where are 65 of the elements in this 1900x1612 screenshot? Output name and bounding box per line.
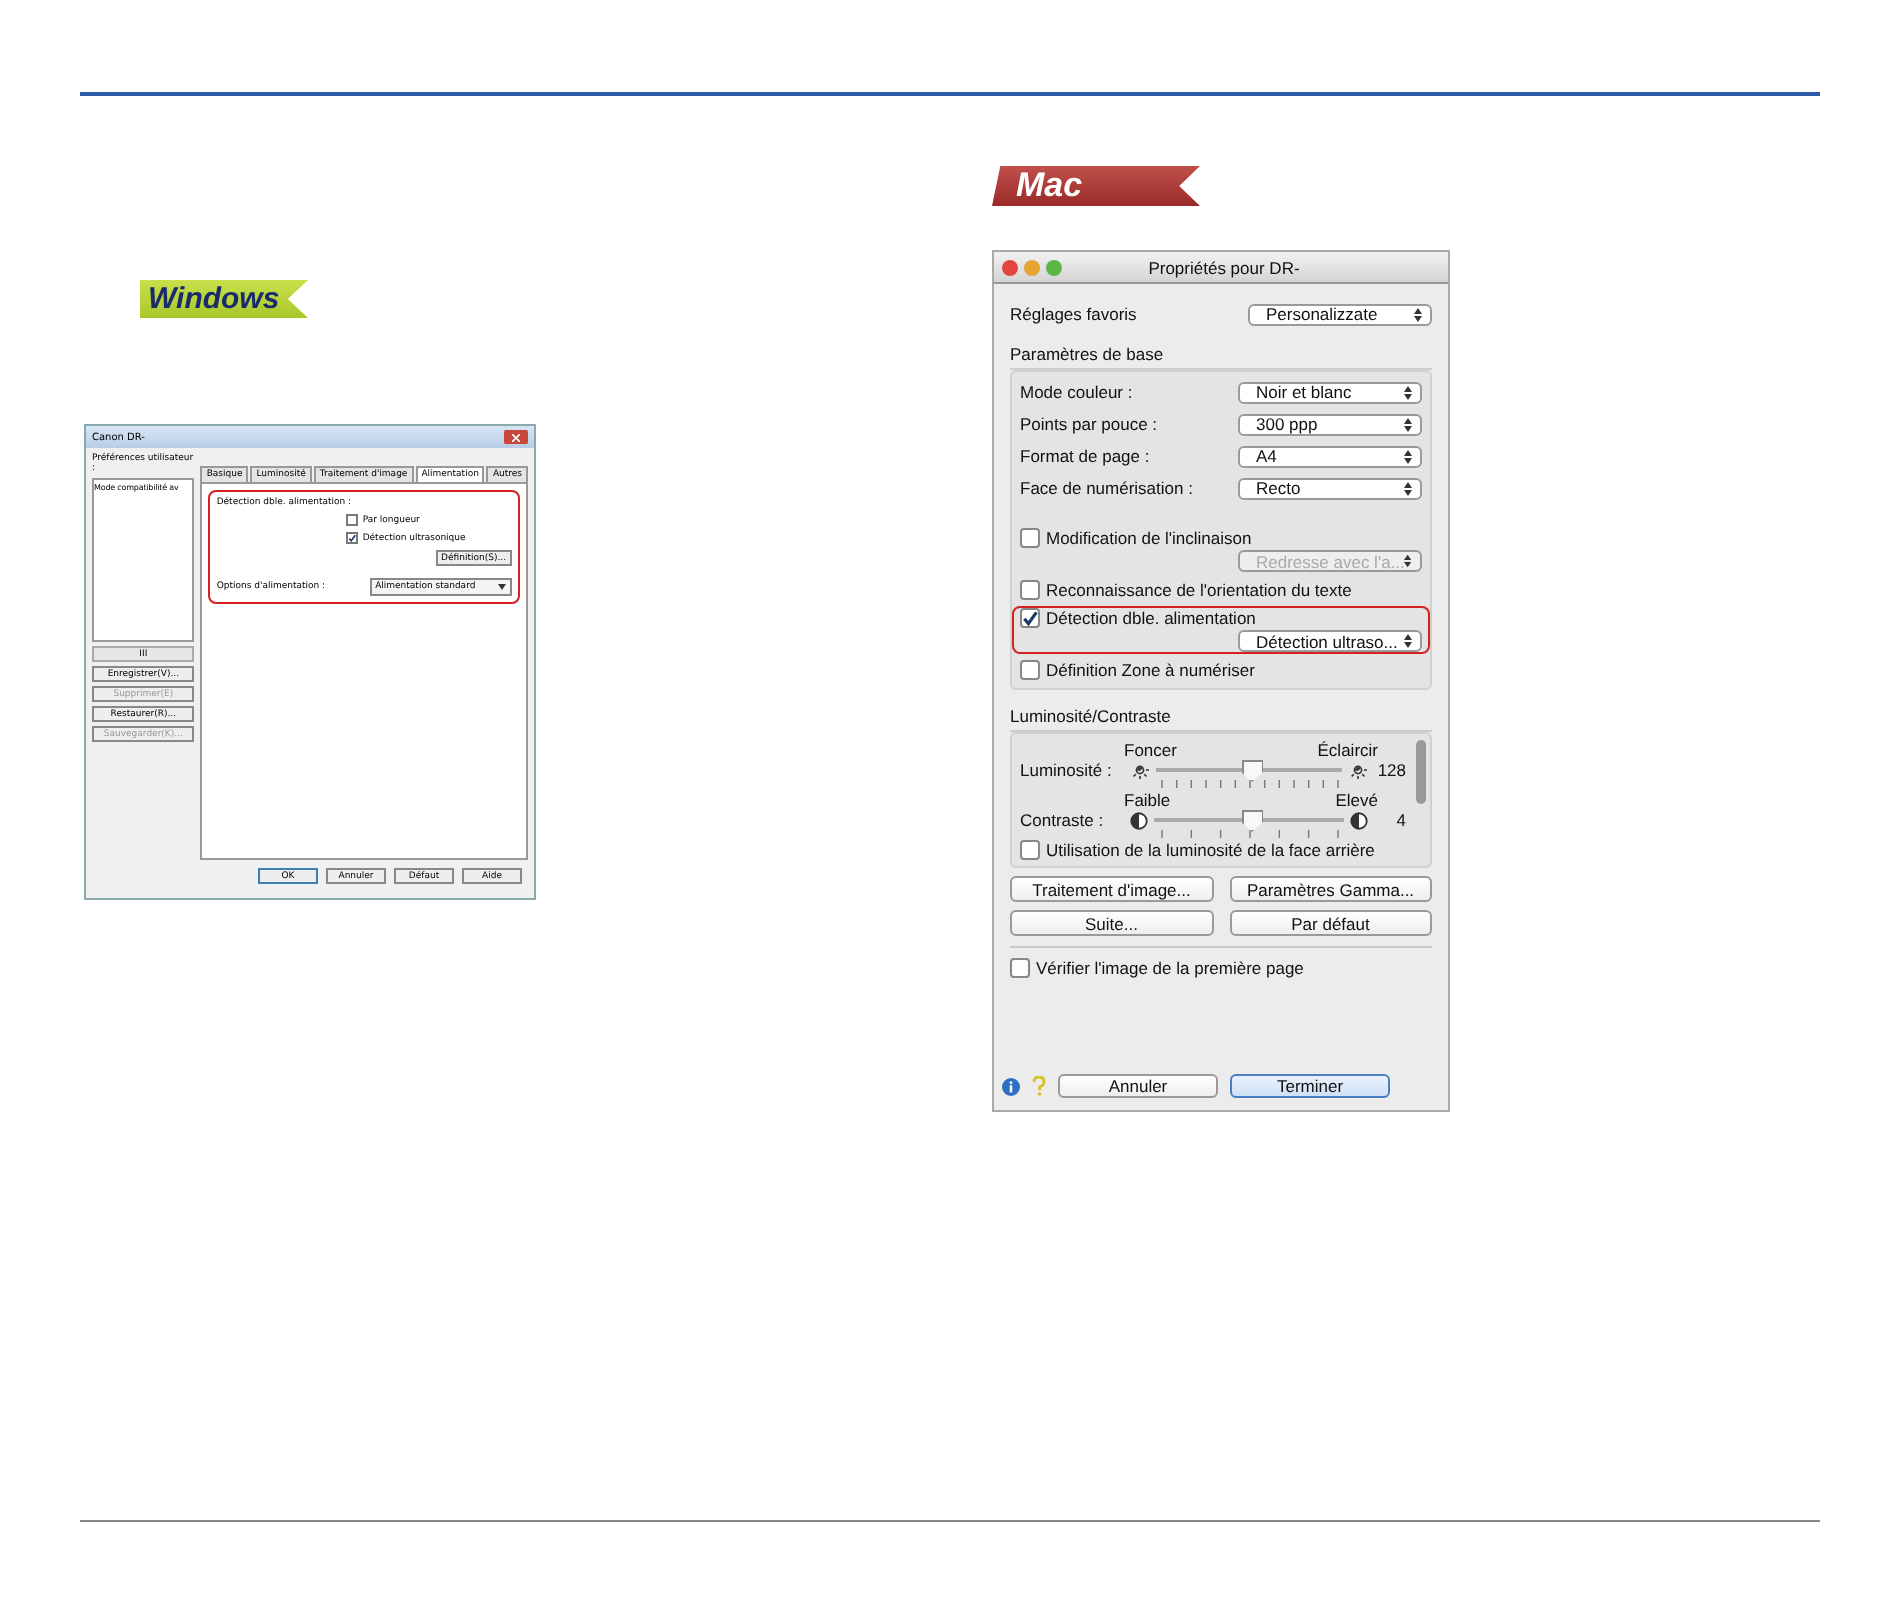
field-label: Format de page : xyxy=(1020,446,1150,466)
popup-menu[interactable]: Recto xyxy=(1238,477,1422,499)
mac-label-badge: Mac xyxy=(992,166,1200,206)
stepper-arrows-icon xyxy=(1404,449,1412,463)
zoom-icon[interactable] xyxy=(1046,259,1062,275)
checkbox[interactable] xyxy=(1020,608,1040,628)
sun-icon xyxy=(1130,760,1150,780)
action-button[interactable]: Par défaut xyxy=(1229,910,1432,936)
slider-thumb[interactable] xyxy=(1241,810,1263,832)
popup-menu[interactable]: Noir et blanc xyxy=(1238,381,1422,403)
slider-label: Luminosité : xyxy=(1020,760,1114,780)
checkbox-label: Détection dble. alimentation xyxy=(1046,608,1256,628)
contrast-icon xyxy=(1350,811,1368,829)
slider-label: Contraste : xyxy=(1020,810,1106,830)
window-title: Propriétés pour DR- xyxy=(1146,257,1302,277)
checkbox[interactable] xyxy=(1020,528,1040,548)
footer-button[interactable]: Annuler xyxy=(1058,1074,1218,1098)
action-button[interactable]: Paramètres Gamma... xyxy=(1229,876,1432,902)
field-label: Points par pouce : xyxy=(1020,414,1158,434)
checkbox[interactable] xyxy=(346,532,359,544)
slider-value: 4 xyxy=(1394,810,1406,830)
checkbox-label: Reconnaissance de l'orientation du texte xyxy=(1046,580,1352,600)
slider-max-label: Éclaircir xyxy=(1317,740,1378,760)
checkbox[interactable] xyxy=(1020,840,1040,860)
stepper-arrows-icon xyxy=(1404,634,1412,648)
slider-track[interactable] xyxy=(1156,760,1342,780)
stepper-arrows-icon xyxy=(1404,554,1412,568)
checkbox[interactable] xyxy=(346,514,359,526)
info-icon[interactable] xyxy=(1002,1077,1020,1095)
checkbox[interactable] xyxy=(1020,660,1040,680)
contrast-icon xyxy=(1130,811,1148,829)
close-icon[interactable] xyxy=(1002,259,1018,275)
action-button[interactable]: Suite... xyxy=(1010,910,1213,936)
checkbox[interactable] xyxy=(1010,958,1030,978)
slider-value: 128 xyxy=(1375,760,1406,780)
minimize-icon[interactable] xyxy=(1024,259,1040,275)
checkbox-label: Utilisation de la luminosité de la face arrière xyxy=(1046,840,1375,860)
checkbox-label: Modification de l'inclinaison xyxy=(1046,528,1252,548)
footer-button[interactable]: Terminer xyxy=(1230,1074,1390,1098)
checkbox-label: Vérifier l'image de la première page xyxy=(1036,958,1304,978)
slider-min-label: Foncer xyxy=(1124,740,1177,760)
stepper-arrows-icon xyxy=(1404,481,1412,495)
stepper-arrows-icon xyxy=(1414,307,1422,321)
slider-max-label: Elevé xyxy=(1335,790,1378,810)
scrollbar-thumb[interactable] xyxy=(1416,740,1426,804)
field-label: Face de numérisation : xyxy=(1020,478,1193,498)
close-button[interactable] xyxy=(504,430,528,444)
popup-menu[interactable]: A4 xyxy=(1238,445,1422,467)
checkbox-label: Définition Zone à numériser xyxy=(1046,660,1255,680)
popup-menu[interactable]: Personalizzate xyxy=(1248,303,1432,325)
popup-menu[interactable]: Détection ultraso... xyxy=(1238,630,1422,652)
field-label: Réglages favoris xyxy=(1010,304,1137,324)
action-button[interactable]: Traitement d'image... xyxy=(1010,876,1213,902)
stepper-arrows-icon xyxy=(1404,385,1412,399)
stepper-arrows-icon xyxy=(1404,417,1412,431)
popup-menu[interactable]: 300 ppp xyxy=(1238,413,1422,435)
caret-icon xyxy=(498,584,506,590)
field-label: Mode couleur : xyxy=(1020,382,1133,402)
slider-min-label: Faible xyxy=(1124,790,1171,810)
sun-icon xyxy=(1348,760,1368,780)
checkbox[interactable] xyxy=(1020,580,1040,600)
slider-thumb[interactable] xyxy=(1241,760,1263,782)
windows-label-badge: Windows xyxy=(140,280,308,318)
close-icon xyxy=(512,433,520,441)
slider-track[interactable] xyxy=(1154,810,1344,830)
